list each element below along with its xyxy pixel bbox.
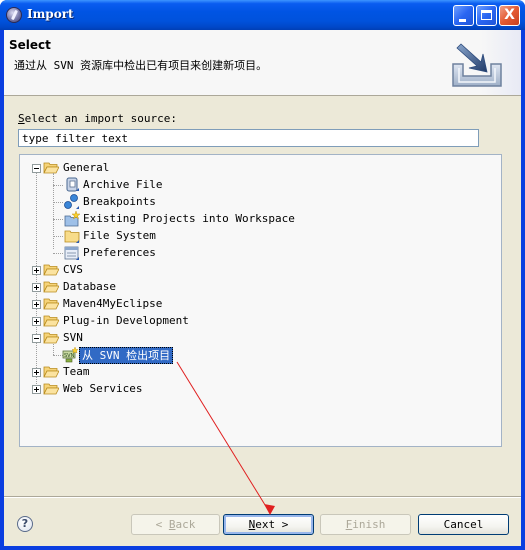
import-source-tree[interactable]: General Archive File Breakpoints Existin…: [19, 154, 502, 447]
tree-item-file-system[interactable]: File System: [81, 228, 158, 243]
import-dialog: Import X Select 通过从 SVN 资源库中检出已有项目来创建新项目…: [0, 0, 525, 550]
tree-branch-line: [53, 236, 63, 237]
tree-node-svn[interactable]: SVN: [61, 330, 85, 345]
back-mnemonic: B: [168, 518, 176, 531]
wizard-header: Select 通过从 SVN 资源库中检出已有项目来创建新项目。: [4, 30, 521, 96]
close-icon: X: [504, 7, 515, 23]
cancel-label: Cancel: [443, 518, 484, 531]
expand-cvs-toggle[interactable]: [32, 266, 41, 275]
collapse-svn-toggle[interactable]: [32, 334, 41, 343]
title-bar[interactable]: Import X: [0, 0, 525, 30]
next-button[interactable]: Next >: [223, 514, 314, 535]
back-button[interactable]: < Back: [131, 514, 220, 535]
tree-item-svn-checkout[interactable]: 从 SVN 检出项目: [79, 347, 174, 364]
expand-team-toggle[interactable]: [32, 368, 41, 377]
folder-open-icon: [43, 332, 59, 344]
collapse-general-toggle[interactable]: [32, 164, 41, 173]
archive-file-icon: [66, 177, 79, 192]
tree-branch-line: [53, 185, 63, 186]
label-mnemonic: S: [18, 112, 25, 125]
help-icon[interactable]: ?: [17, 516, 33, 532]
tree-node-maven[interactable]: Maven4MyEclipse: [61, 296, 164, 311]
tree-item-archive-file[interactable]: Archive File: [81, 177, 164, 192]
tree-item-breakpoints[interactable]: Breakpoints: [81, 194, 158, 209]
finish-label: inish: [352, 518, 386, 531]
import-wizard-icon: [452, 43, 502, 87]
folder-icon: [43, 264, 59, 276]
folder-icon: [43, 383, 59, 395]
close-button[interactable]: X: [499, 5, 520, 26]
tree-branch-line: [53, 219, 63, 220]
minimize-icon: [459, 19, 466, 22]
label-text: elect an import source:: [24, 112, 177, 125]
folder-icon: [43, 298, 59, 310]
breakpoints-icon: [64, 194, 79, 209]
tree-node-plugin-development[interactable]: Plug-in Development: [61, 313, 191, 328]
folder-icon: [43, 315, 59, 327]
tree-guide-line: [53, 344, 54, 355]
wizard-page-description: 通过从 SVN 资源库中检出已有项目来创建新项目。: [14, 59, 268, 72]
eclipse-app-icon: [6, 7, 22, 23]
folder-open-icon: [43, 162, 59, 174]
file-system-icon: [64, 230, 80, 243]
folder-icon: [43, 366, 59, 378]
back-label: ack: [175, 518, 196, 531]
next-label: ext >: [255, 518, 289, 531]
tree-node-cvs[interactable]: CVS: [61, 262, 85, 277]
svg-text:SVN: SVN: [64, 353, 75, 359]
maximize-icon: [481, 10, 492, 20]
svn-checkout-icon: SVN: [62, 347, 78, 363]
expand-web-services-toggle[interactable]: [32, 385, 41, 394]
tree-branch-line: [53, 253, 63, 254]
expand-database-toggle[interactable]: [32, 283, 41, 292]
tree-node-general[interactable]: General: [61, 160, 111, 175]
back-arrow: <: [155, 518, 169, 531]
expand-plugin-dev-toggle[interactable]: [32, 317, 41, 326]
tree-node-team[interactable]: Team: [61, 364, 92, 379]
window-title: Import: [27, 7, 74, 21]
tree-node-web-services[interactable]: Web Services: [61, 381, 144, 396]
maximize-button[interactable]: [476, 5, 497, 26]
tree-branch-line: [53, 202, 63, 203]
filter-input[interactable]: [18, 129, 479, 147]
button-bar-separator: [4, 496, 521, 498]
tree-item-existing-projects[interactable]: Existing Projects into Workspace: [81, 211, 297, 226]
minimize-button[interactable]: [453, 5, 474, 26]
expand-maven-toggle[interactable]: [32, 300, 41, 309]
dialog-body: Select 通过从 SVN 资源库中检出已有项目来创建新项目。 Select …: [4, 30, 521, 546]
existing-projects-icon: [64, 211, 80, 227]
cancel-button[interactable]: Cancel: [418, 514, 509, 535]
tree-item-preferences[interactable]: Preferences: [81, 245, 158, 260]
preferences-icon: [64, 246, 79, 260]
import-source-label: Select an import source:: [18, 112, 177, 125]
folder-icon: [43, 281, 59, 293]
wizard-page-title: Select: [9, 38, 51, 52]
tree-node-database[interactable]: Database: [61, 279, 118, 294]
finish-button[interactable]: Finish: [320, 514, 411, 535]
